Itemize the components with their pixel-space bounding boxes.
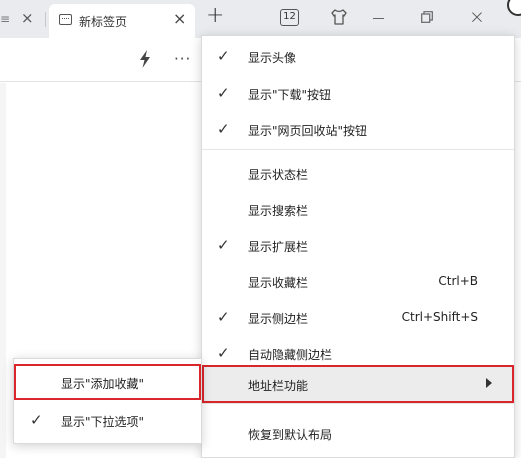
menu-item-address-bar-features[interactable]: 地址栏功能 [202, 365, 514, 403]
menu-item-label: 自动隐藏侧边栏 [248, 348, 333, 362]
restore-icon[interactable] [421, 11, 433, 23]
check-icon: ✓ [217, 344, 230, 362]
tab-count-badge[interactable]: 12 [280, 9, 299, 26]
window-close-icon[interactable]: × [469, 6, 485, 28]
menu-item-label: 显示搜索栏 [248, 204, 309, 218]
check-icon: ✓ [217, 120, 230, 138]
menu-divider [202, 403, 514, 404]
menu-item-show-avatar[interactable]: ✓ 显示头像 [202, 38, 514, 74]
new-tab-page-icon [59, 14, 72, 25]
check-icon: ✓ [30, 411, 43, 429]
menu-item-show-sidebar[interactable]: ✓ 显示侧边栏 Ctrl+Shift+S [202, 299, 514, 335]
submenu-item-label: 显示"添加收藏" [61, 377, 145, 391]
layout-menu: ✓ 显示头像 ✓ 显示"下载"按钮 ✓ 显示"网页回收站"按钮 显示状态栏 显示… [201, 35, 515, 458]
submenu-item-label: 显示"下拉选项" [61, 415, 145, 429]
lightning-icon[interactable] [139, 50, 151, 68]
tab-new-tab-page[interactable]: 新标签页 × [49, 4, 195, 38]
previous-tab-icon[interactable]: ≡ [0, 12, 10, 26]
menu-item-label: 显示"网页回收站"按钮 [248, 124, 368, 138]
new-tab-button[interactable]: + [206, 3, 224, 28]
browser-window: ≡ × 新标签页 × + 12 × ··· ✓ 显示头像 ✓ 显示"下载"按钮 … [0, 0, 521, 458]
menu-item-show-favorites-bar[interactable]: 显示收藏栏 Ctrl+B [202, 263, 514, 299]
menu-item-label: 地址栏功能 [248, 379, 309, 393]
skin-shirt-icon[interactable] [330, 8, 348, 26]
menu-item-label: 显示侧边栏 [248, 312, 309, 326]
menu-item-show-download-button[interactable]: ✓ 显示"下载"按钮 [202, 75, 514, 111]
check-icon: ✓ [217, 84, 230, 102]
menu-item-label: 显示状态栏 [248, 168, 309, 182]
menu-item-shortcut: Ctrl+B [438, 274, 478, 288]
menu-item-show-extension-bar[interactable]: ✓ 显示扩展栏 [202, 227, 514, 263]
tab-strip: ≡ × 新标签页 × + 12 × [0, 0, 521, 38]
sidebar-strip [0, 83, 6, 458]
tab-title: 新标签页 [79, 15, 128, 29]
check-icon: ✓ [217, 47, 230, 65]
menu-divider [202, 149, 514, 150]
address-bar-features-submenu: 显示"添加收藏" ✓ 显示"下拉选项" [13, 358, 202, 444]
menu-item-label: 恢复到默认布局 [248, 428, 333, 442]
menu-item-show-search-bar[interactable]: 显示搜索栏 [202, 191, 514, 227]
menu-item-label: 显示收藏栏 [248, 276, 309, 290]
menu-item-shortcut: Ctrl+Shift+S [401, 310, 478, 324]
menu-item-label: 显示扩展栏 [248, 240, 309, 254]
menu-item-show-recycle-bin-button[interactable]: ✓ 显示"网页回收站"按钮 [202, 111, 514, 147]
submenu-item-show-dropdown-options[interactable]: ✓ 显示"下拉选项" [14, 402, 201, 438]
minimize-icon[interactable] [373, 18, 384, 19]
menu-item-label: 显示头像 [248, 51, 297, 65]
more-options-icon[interactable]: ··· [174, 50, 191, 68]
check-icon: ✓ [217, 236, 230, 254]
check-icon: ✓ [217, 308, 230, 326]
menu-item-show-status-bar[interactable]: 显示状态栏 [202, 155, 514, 191]
submenu-arrow-icon [486, 378, 492, 388]
menu-item-restore-default-layout[interactable]: 恢复到默认布局 [202, 415, 514, 451]
menu-item-label: 显示"下载"按钮 [248, 88, 332, 102]
tab-close-icon[interactable]: × [173, 9, 186, 28]
corner-badge-icon [507, 0, 521, 16]
previous-tab-close-icon[interactable]: × [21, 9, 34, 27]
tab-separator [45, 12, 46, 27]
submenu-item-show-add-favorite[interactable]: 显示"添加收藏" [14, 364, 201, 400]
